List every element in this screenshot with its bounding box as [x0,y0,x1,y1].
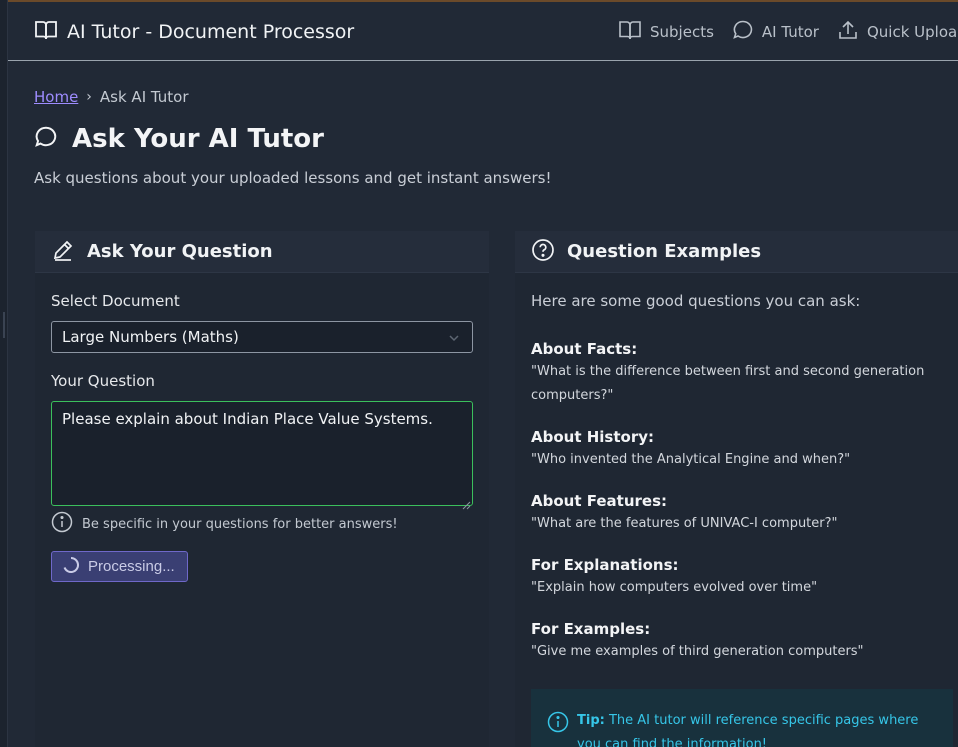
breadcrumb-current: Ask AI Tutor [99,88,189,106]
tip-line: Tip: The AI tutor will reference specifi… [547,709,937,747]
nav-item-quick-upload[interactable]: Quick Upload [837,19,958,45]
question-hint: Be specific in your questions for better… [51,511,398,537]
example-text: "What are the features of UNIVAC-I compu… [531,516,838,531]
breadcrumb-home-link[interactable]: Home [34,88,78,106]
resize-handle[interactable] [3,312,5,338]
upload-icon [837,19,859,45]
page-subtitle: Ask questions about your uploaded lesson… [34,169,552,187]
page-title: Ask Your AI Tutor [34,124,324,154]
example-title: For Examples: [531,620,651,638]
selected-document: Large Numbers (Maths) [62,328,239,346]
info-icon [547,711,569,742]
tip-text: The AI tutor will reference specific pag… [577,713,919,747]
question-examples-card: Question Examples Here are some good que… [515,231,958,747]
app-title: AI Tutor - Document Processor [67,21,355,43]
book-icon [618,19,642,45]
book-icon [34,19,58,45]
nav-item-label: Subjects [650,23,714,41]
breadcrumb-separator: › [86,89,92,105]
example-text: "What is the difference between first an… [531,364,925,403]
nav-item-label: AI Tutor [761,23,819,41]
card-title: Ask Your Question [87,241,273,262]
document-select[interactable]: Large Numbers (Maths) [51,321,473,353]
select-document-label: Select Document [51,292,180,310]
chat-bubble-icon [732,19,754,45]
example-text: "Explain how computers evolved over time… [531,580,818,595]
chat-bubble-icon [34,125,58,153]
question-textarea[interactable]: Please explain about Indian Place Value … [51,401,473,506]
page-title-text: Ask Your AI Tutor [72,124,324,154]
nav-links: Subjects AI Tutor Quick Upload [618,19,958,45]
left-panel-edge [0,0,8,747]
example-item: About Facts: "What is the difference bet… [531,340,941,408]
tip-label: Tip: [577,713,605,728]
info-icon [51,511,73,537]
example-item: For Examples: "Give me examples of third… [531,620,941,664]
example-item: About History: "Who invented the Analyti… [531,428,941,472]
nav-item-ai-tutor[interactable]: AI Tutor [732,19,819,45]
tip-alert: Tip: The AI tutor will reference specifi… [531,689,953,747]
navbar: AI Tutor - Document Processor Subjects A… [8,2,958,61]
nav-item-subjects[interactable]: Subjects [618,19,714,45]
chevron-down-icon [448,330,460,348]
example-title: About Facts: [531,340,638,358]
pencil-icon [51,238,75,266]
example-item: For Explanations: "Explain how computers… [531,556,941,600]
example-text: "Give me examples of third generation co… [531,644,864,659]
processing-button[interactable]: Processing... [51,551,188,582]
processing-label: Processing... [88,558,175,575]
nav-item-label: Quick Upload [866,23,958,41]
spinner-icon [62,556,80,578]
example-title: For Explanations: [531,556,679,574]
question-circle-icon [531,238,555,266]
breadcrumb: Home › Ask AI Tutor [34,88,189,106]
ask-question-card: Ask Your Question Select Document Large … [35,231,489,747]
card-header: Ask Your Question [35,231,489,273]
example-text: "Who invented the Analytical Engine and … [531,452,851,467]
brand[interactable]: AI Tutor - Document Processor [34,19,354,45]
example-title: About Features: [531,492,668,510]
your-question-label: Your Question [51,372,155,390]
card-header: Question Examples [515,231,958,273]
tip-content: Tip: The AI tutor will reference specifi… [577,709,937,747]
resize-grip-icon[interactable] [462,495,471,514]
example-item: About Features: "What are the features o… [531,492,941,536]
examples-intro: Here are some good questions you can ask… [531,292,861,310]
card-title: Question Examples [567,241,762,262]
hint-text: Be specific in your questions for better… [82,516,398,532]
example-title: About History: [531,428,654,446]
